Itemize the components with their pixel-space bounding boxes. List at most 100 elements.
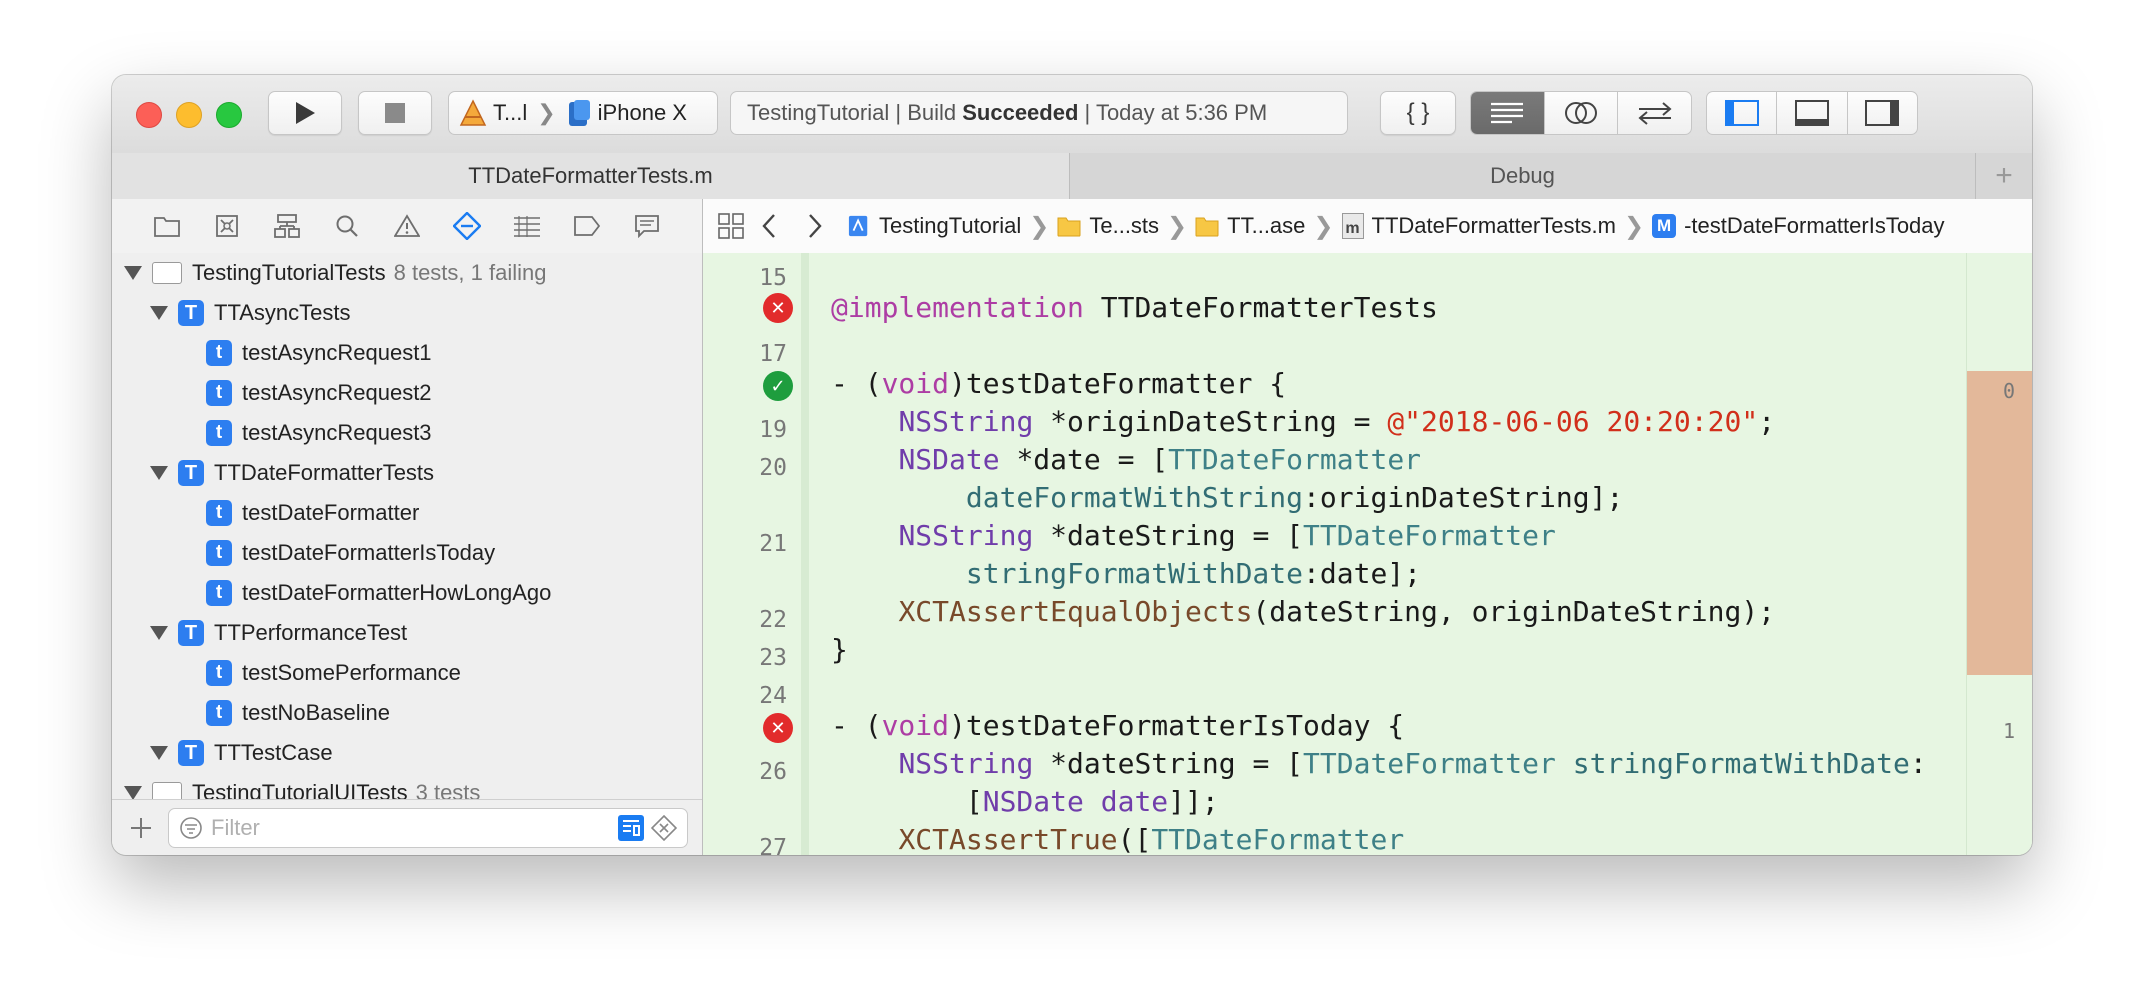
issue-navigator-warning-icon[interactable] — [385, 204, 429, 248]
method-name: dateFormatWithString — [965, 481, 1304, 514]
test-bundle-label: TestingTutorialUITests — [192, 780, 408, 799]
toggle-debug-area-button[interactable] — [1777, 92, 1848, 134]
test-method-row[interactable]: t testSomePerformance ✓ — [112, 653, 702, 693]
code-text: : — [1909, 747, 1927, 780]
close-window-button[interactable] — [136, 102, 162, 128]
test-method-label: testDateFormatterIsToday — [242, 540, 496, 565]
standard-editor-button[interactable] — [1471, 92, 1545, 134]
source-editor[interactable]: 15 ✕ 17 ✓ 19 20 21 22 23 24 ✕ 26 27 @imp… — [703, 253, 2032, 855]
test-failed-gutter-icon[interactable]: ✕ — [763, 293, 793, 323]
jump-bar-subgroup[interactable]: TT...ase — [1227, 213, 1305, 239]
report-navigator-speech-bubble-icon[interactable] — [625, 204, 669, 248]
test-method-row[interactable]: t testNoBaseline ✓ — [112, 693, 702, 733]
disclosure-triangle-icon[interactable] — [150, 746, 168, 760]
test-method-icon: t — [206, 380, 232, 406]
test-method-label: testAsyncRequest3 — [242, 420, 432, 445]
failed-tests-filter-diamond-icon[interactable] — [651, 815, 677, 841]
filter-field[interactable]: Filter — [168, 808, 688, 848]
new-tab-button[interactable]: + — [1976, 153, 2032, 199]
test-class-row[interactable]: T TTDateFormatterTests — [112, 453, 702, 493]
play-icon — [296, 102, 315, 124]
code-text: :date]; — [1303, 557, 1422, 590]
project-navigator-folder-icon[interactable] — [145, 204, 189, 248]
minimize-window-button[interactable] — [176, 102, 202, 128]
test-bundle-row[interactable]: TestingTutorialUITests 3 tests — [112, 773, 702, 799]
stop-button[interactable] — [358, 91, 432, 135]
tab-debug[interactable]: Debug — [1070, 153, 1976, 199]
zoom-window-button[interactable] — [216, 102, 242, 128]
disclosure-triangle-icon[interactable] — [150, 626, 168, 640]
run-button[interactable] — [268, 91, 342, 135]
jump-bar-project[interactable]: TestingTutorial — [879, 213, 1021, 239]
code-line: } — [831, 633, 848, 666]
test-class-row[interactable]: T TTAsyncTests — [112, 293, 702, 333]
test-class-icon: T — [178, 620, 204, 646]
test-method-icon: t — [206, 660, 232, 686]
line-number: 26 — [759, 759, 787, 785]
test-method-row[interactable]: t testAsyncRequest2 ✓ — [112, 373, 702, 413]
navigator-selector-bar — [112, 199, 702, 254]
group-folder-icon — [1195, 217, 1219, 237]
test-method-row[interactable]: t testDateFormatterIsToday ✕ — [112, 533, 702, 573]
venn-icon — [1565, 102, 1597, 124]
test-navigator-diamond-icon[interactable] — [445, 204, 489, 248]
code-line: @implementation TTDateFormatterTests — [831, 289, 1438, 327]
code-text: - ( — [831, 709, 882, 742]
disclosure-triangle-icon[interactable] — [124, 266, 142, 280]
test-passed-gutter-icon[interactable]: ✓ — [763, 371, 793, 401]
chevron-left-icon[interactable] — [759, 213, 781, 239]
jump-bar-file[interactable]: TTDateFormatterTests.m — [1372, 213, 1616, 239]
disclosure-triangle-icon[interactable] — [124, 786, 142, 799]
code-line: stringFormatWithDate:date]; — [831, 555, 1421, 593]
symbol-navigator-icon[interactable] — [265, 204, 309, 248]
test-method-row[interactable]: t testAsyncRequest1 ✓ — [112, 333, 702, 373]
test-class-row[interactable]: T TTTestCase — [112, 733, 702, 773]
version-editor-button[interactable] — [1618, 92, 1691, 134]
test-method-row[interactable]: t testDateFormatter ✓ — [112, 493, 702, 533]
code-text: :originDateString]; — [1303, 481, 1624, 514]
method-icon-letter: M — [1657, 216, 1672, 235]
disclosure-triangle-icon[interactable] — [150, 306, 168, 320]
related-items-grid-icon[interactable] — [717, 212, 745, 240]
test-class-row[interactable]: T TTPerformanceTest — [112, 613, 702, 653]
scheme-selector[interactable]: T...l ❯ iPhone X — [448, 91, 718, 135]
toggle-navigator-button[interactable] — [1707, 92, 1778, 134]
test-bundle-row[interactable]: TestingTutorialTests 8 tests, 1 failing — [112, 253, 702, 293]
jump-bar-separator: ❯ — [1167, 212, 1188, 240]
test-class-label: TTPerformanceTest — [214, 620, 408, 645]
breakpoint-navigator-icon[interactable] — [565, 204, 609, 248]
jump-bar-method[interactable]: -testDateFormatterIsToday — [1684, 213, 1944, 239]
status-suffix: | Today at 5:36 PM — [1078, 100, 1268, 125]
disclosure-triangle-icon[interactable] — [150, 466, 168, 480]
line-number: 20 — [759, 455, 787, 481]
coverage-count: 1 — [2002, 719, 2015, 743]
tab-ttdateformattertests[interactable]: TTDateFormatterTests.m — [112, 153, 1070, 199]
jump-bar: TestingTutorial ❯ Te...sts ❯ TT...ase ❯ … — [703, 199, 2032, 254]
find-navigator-search-icon[interactable] — [325, 204, 369, 248]
jump-bar-separator: ❯ — [1313, 212, 1334, 240]
code-text: )testDateFormatter { — [949, 367, 1287, 400]
left-panel-icon — [1724, 100, 1759, 126]
test-bundle-folder-icon — [152, 782, 182, 799]
add-test-button[interactable] — [126, 810, 156, 846]
library-button[interactable]: { } — [1380, 91, 1456, 135]
line-number: 23 — [759, 645, 787, 671]
source-control-navigator-icon[interactable] — [205, 204, 249, 248]
debug-navigator-icon[interactable] — [505, 204, 549, 248]
test-failed-gutter-icon[interactable]: ✕ — [763, 713, 793, 743]
code-coverage-ribbon[interactable]: 0 1 — [1966, 253, 2032, 855]
device-icon — [568, 100, 590, 126]
plus-icon — [131, 818, 151, 838]
toggle-inspector-button[interactable] — [1848, 92, 1917, 134]
show-tests-in-scheme-icon[interactable] — [617, 814, 645, 842]
project-file-icon — [848, 215, 868, 237]
jump-bar-group[interactable]: Te...sts — [1089, 213, 1159, 239]
activity-status: TestingTutorial | Build Succeeded | Toda… — [730, 91, 1348, 135]
test-method-row[interactable]: t testAsyncRequest3 ✓ — [112, 413, 702, 453]
test-method-icon: t — [206, 540, 232, 566]
assistant-editor-button[interactable] — [1545, 92, 1619, 134]
chevron-right-icon[interactable] — [803, 213, 825, 239]
test-method-row[interactable]: t testDateFormatterHowLongAgo ✓ — [112, 573, 702, 613]
keyword: @implementation — [831, 291, 1084, 324]
